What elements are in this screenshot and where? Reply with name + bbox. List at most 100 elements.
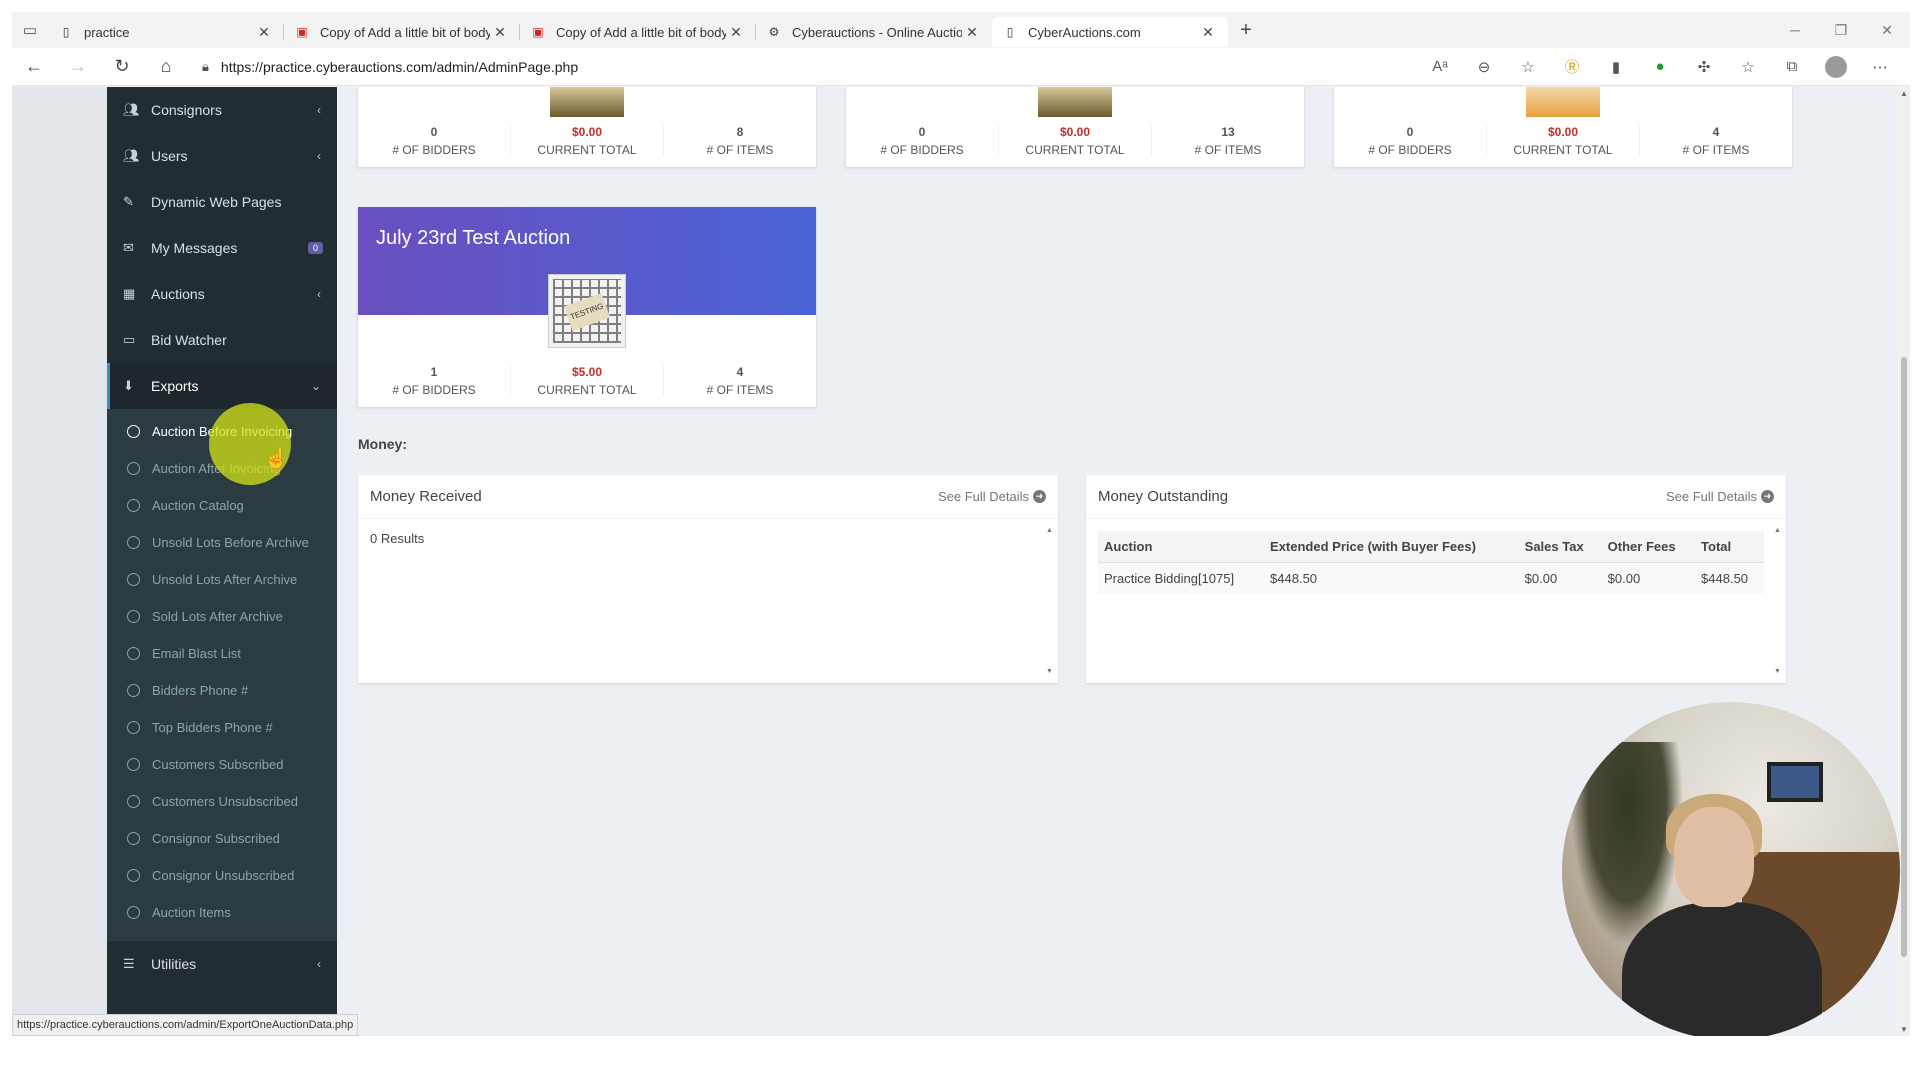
current-total-stat: $5.00 CURRENT TOTAL [511,365,664,397]
tab-cyberauctions[interactable]: ⚙ Cyberauctions - Online Auctions ✕ [756,17,992,47]
auction-card[interactable]: 0 # OF BIDDERS $0.00 CURRENT TOTAL 13 # OF … [846,87,1304,167]
sidebar-item-exports[interactable]: ⬇ Exports ⌄ [107,363,337,409]
submenu-item-customers-subscribed[interactable]: Customers Subscribed [107,746,337,783]
auction-card-july-23rd[interactable]: July 23rd Test Auction TESTING 1 # OF BID… [358,207,816,407]
webcam-overlay [1562,702,1900,1036]
see-full-details-link[interactable]: See Full Details ➜ [1666,489,1774,504]
submenu-item-consignor-subscribed[interactable]: Consignor Subscribed [107,820,337,857]
refresh-icon[interactable]: ↻ [100,56,144,77]
back-icon[interactable]: ← [12,56,56,77]
users-icon: 👥︎ [123,148,140,163]
submenu-item-unsold-lots-before-archive[interactable]: Unsold Lots Before Archive [107,524,337,561]
tab-label: Copy of Add a little bit of body [320,24,490,40]
auction-card[interactable]: 0 # OF BIDDERS $0.00 CURRENT TOTAL 4 # OF I… [1334,87,1792,167]
submenu-item-sold-lots-after-archive[interactable]: Sold Lots After Archive [107,598,337,635]
url-text: https://practice.cyberauctions.com/admin… [220,58,579,75]
sidebar-item-consignors[interactable]: 👥︎ Consignors ‹ [107,87,337,133]
sidebar-item-label: Consignors [151,102,222,118]
extension-leaf-icon[interactable]: ● [1638,58,1682,75]
window-controls: ─ ❐ ✕ [1772,22,1910,39]
submenu-item-top-bidders-phone[interactable]: Top Bidders Phone # [107,709,337,746]
home-icon[interactable]: ⌂ [144,56,188,77]
close-icon[interactable]: ✕ [254,24,274,41]
money-outstanding-box: Money Outstanding See Full Details ➜ Auct… [1086,475,1786,683]
tab-cyberauctions-com[interactable]: ▯ CyberAuctions.com ✕ [992,17,1228,47]
sidebar-item-utilities[interactable]: ☰ Utilities ‹ [107,941,337,987]
submenu-item-auction-catalog[interactable]: Auction Catalog [107,487,337,524]
tab-pdf-1[interactable]: ▣ Copy of Add a little bit of body ✕ [284,17,520,47]
see-full-details-link[interactable]: See Full Details ➜ [938,489,1046,504]
auction-photo: TESTING [548,274,626,348]
exports-submenu: Auction Before Invoicing Auction After I… [107,409,337,941]
extension-chart-icon[interactable]: ▮ [1594,58,1638,76]
tab-actions-icon[interactable]: ▭ [12,12,48,48]
favorite-add-icon[interactable]: ☆ [1506,58,1550,76]
box-scrollbar[interactable]: ▲ ▼ [1046,527,1054,675]
sidebar-item-dynamic-web-pages[interactable]: ✎ Dynamic Web Pages [107,179,337,225]
chevron-down-icon: ⌄ [310,379,321,393]
users-icon: 👥︎ [123,102,140,117]
circle-icon [127,462,140,475]
submenu-item-auction-items[interactable]: Auction Items [107,894,337,931]
read-aloud-icon[interactable]: Aᵃ [1418,58,1462,75]
sidebar-item-my-messages[interactable]: ✉ My Messages 0 [107,225,337,271]
column-header: Other Fees [1601,531,1696,563]
submenu-item-consignor-unsubscribed[interactable]: Consignor Unsubscribed [107,857,337,894]
sidebar-item-auctions[interactable]: ▦ Auctions ‹ [107,271,337,317]
tab-label: Cyberauctions - Online Auctions [792,24,962,40]
webcam-monitor [1767,762,1823,802]
scrollbar-thumb[interactable] [1901,357,1907,957]
gear-icon: ⚙ [768,25,780,39]
status-bar-url: https://practice.cyberauctions.com/admin… [12,1014,359,1036]
empty-results-text: 0 Results [370,531,425,546]
page-icon: ▯ [1006,25,1014,39]
more-icon[interactable]: ⋯ [1858,58,1902,76]
sidebar-item-users[interactable]: 👥︎ Users ‹ [107,133,337,179]
tab-practice[interactable]: ▯ practice ✕ [48,17,284,47]
url-field[interactable]: 🔒︎ https://practice.cyberauctions.com/ad… [202,59,578,75]
box-title: Money Received [370,488,482,505]
forward-icon[interactable]: → [56,56,100,77]
tab-pdf-2[interactable]: ▣ Copy of Add a little bit of body ✕ [520,17,756,47]
sidebar-item-label: My Messages [151,240,238,256]
submenu-item-unsold-lots-after-archive[interactable]: Unsold Lots After Archive [107,561,337,598]
new-tab-button[interactable]: + [1228,19,1264,42]
money-section-label: Money: [358,436,407,452]
profile-avatar[interactable] [1825,55,1847,78]
minimize-icon[interactable]: ─ [1772,22,1818,39]
collections-icon[interactable]: ⧉ [1770,58,1814,75]
auction-card[interactable]: 0 # OF BIDDERS $0.00 CURRENT TOTAL 8 # OF I… [358,87,816,167]
close-icon[interactable]: ✕ [1198,24,1218,41]
close-icon[interactable]: ✕ [726,24,746,41]
lock-icon[interactable]: 🔒︎ [202,59,209,75]
cursor-highlight [209,403,291,485]
zoom-icon[interactable]: ⊖ [1462,58,1506,76]
extensions-icon[interactable]: ✣ [1682,58,1726,76]
close-window-icon[interactable]: ✕ [1864,22,1910,39]
current-total-stat: $0.00 CURRENT TOTAL [511,125,664,157]
download-icon: ⬇ [123,378,134,393]
submenu-item-bidders-phone[interactable]: Bidders Phone # [107,672,337,709]
sidebar-item-label: Utilities [151,956,197,972]
close-icon[interactable]: ✕ [962,24,982,41]
pdf-icon: ▣ [296,25,308,39]
box-scrollbar[interactable]: ▲ ▼ [1774,527,1782,675]
table-cell: Practice Bidding[1075] [1098,562,1265,594]
circle-icon [127,425,140,438]
submenu-item-email-blast-list[interactable]: Email Blast List [107,635,337,672]
sidebar-item-bid-watcher[interactable]: ▭ Bid Watcher [107,317,337,363]
items-stat: 8 # OF ITEMS [706,125,774,157]
chevron-left-icon: ‹ [317,287,321,301]
circle-icon [127,832,140,845]
tab-label: Copy of Add a little bit of body [556,24,726,40]
box-title: Money Outstanding [1098,488,1229,505]
table-row: Practice Bidding[1075] $448.50 $0.00 $0.… [1098,562,1764,594]
sidebar-item-label: Exports [151,378,199,394]
monitor-icon: ▭ [123,332,136,347]
close-icon[interactable]: ✕ [490,24,510,41]
favorites-icon[interactable]: ☆ [1726,58,1770,76]
submenu-item-customers-unsubscribed[interactable]: Customers Unsubscribed [107,783,337,820]
extension-r-icon[interactable]: Ⓡ [1550,56,1594,77]
restore-icon[interactable]: ❐ [1818,22,1864,39]
bidders-stat: 0 # OF BIDDERS [358,125,511,157]
